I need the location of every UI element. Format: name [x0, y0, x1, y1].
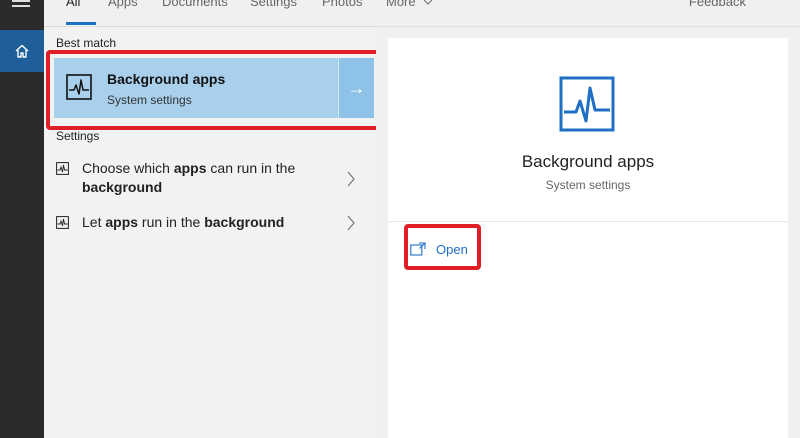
result-text-bold: apps: [173, 160, 207, 176]
result-text-bold: background: [204, 214, 285, 230]
result-text-bold: background: [82, 179, 163, 195]
result-text-part: Choose which: [82, 160, 174, 176]
activity-chart-icon: [56, 162, 69, 175]
open-highlight: [404, 224, 481, 270]
best-match-heading: Best match: [56, 36, 117, 50]
settings-heading: Settings: [56, 129, 100, 143]
activity-chart-icon: [559, 76, 615, 132]
tab-apps[interactable]: Apps: [108, 0, 138, 9]
settings-result-item[interactable]: Choose which apps can run in the backgro…: [54, 159, 374, 201]
taskbar-rail: [0, 0, 44, 438]
hamburger-menu-icon[interactable]: [12, 0, 30, 10]
detail-title: Background apps: [521, 152, 655, 171]
settings-result-text: Let apps run in the background: [82, 213, 322, 232]
chevron-right-icon: [347, 215, 355, 231]
panel-gap: [376, 27, 388, 438]
search-filter-tabs: All Apps Documents Settings Photos More …: [44, 0, 800, 26]
result-text-part: run in the: [138, 214, 205, 230]
detail-divider: [388, 221, 788, 222]
result-text-bold: apps: [105, 214, 139, 230]
tab-photos[interactable]: Photos: [322, 0, 362, 9]
settings-result-text: Choose which apps can run in the backgro…: [82, 159, 322, 197]
tab-documents[interactable]: Documents: [162, 0, 228, 9]
tab-more[interactable]: More: [386, 0, 433, 9]
chevron-down-icon: [423, 0, 433, 5]
result-text-part: can run in the: [206, 160, 296, 176]
settings-result-item[interactable]: Let apps run in the background: [54, 213, 374, 237]
result-text-part: Let: [82, 214, 106, 230]
activity-chart-icon: [56, 216, 69, 229]
chevron-right-icon: [347, 171, 355, 187]
tab-more-label: More: [386, 0, 416, 9]
home-button[interactable]: [0, 30, 44, 72]
best-match-highlight: [46, 50, 390, 130]
feedback-link[interactable]: Feedback: [689, 0, 746, 9]
tab-settings[interactable]: Settings: [250, 0, 297, 9]
active-tab-indicator: [66, 22, 96, 25]
detail-subtitle: System settings: [545, 178, 631, 192]
tab-all[interactable]: All: [66, 0, 80, 9]
home-icon: [15, 44, 29, 58]
